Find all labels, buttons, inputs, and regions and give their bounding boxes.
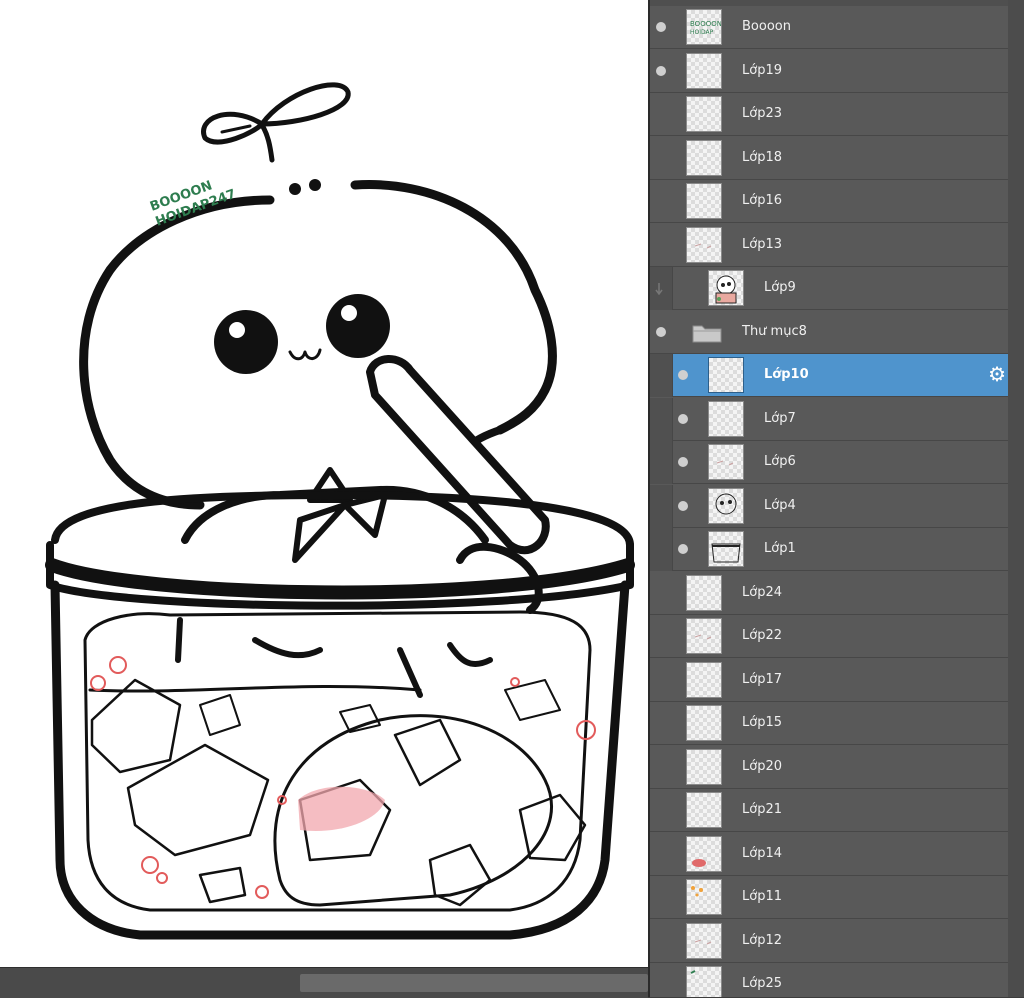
layer-name: Lớp15	[742, 715, 782, 730]
layer-row[interactable]: Lớp9	[650, 267, 1008, 310]
layer-row[interactable]: BOOOON HOIDAP Boooon	[650, 6, 1008, 49]
layer-thumbnail	[686, 139, 722, 176]
layer-row[interactable]: Lớp12	[650, 919, 1008, 963]
layer-row[interactable]: Lớp17	[650, 658, 1008, 702]
layers-scrollbar[interactable]	[1008, 0, 1024, 997]
visibility-toggle-icon[interactable]	[656, 65, 666, 76]
layer-name: Lớp13	[742, 236, 782, 252]
layer-row[interactable]: Lớp16	[650, 180, 1008, 223]
clipping-indicator	[650, 267, 673, 310]
layer-row[interactable]: Lớp1	[650, 528, 1008, 571]
layer-name: Lớp19	[742, 62, 782, 78]
layer-row[interactable]: Lớp7	[650, 397, 1008, 441]
layer-thumbnail	[686, 96, 722, 132]
layer-name: Thư mục8	[742, 323, 807, 339]
layer-thumbnail	[708, 357, 744, 393]
layer-name: Lớp21	[742, 802, 782, 817]
layer-thumbnail	[686, 966, 722, 997]
layer-row[interactable]: Lớp14	[650, 832, 1008, 876]
svg-text:BOOOON: BOOOON	[690, 20, 721, 28]
layer-name: Lớp20	[742, 758, 782, 774]
folder-indent	[650, 484, 673, 528]
visibility-toggle-icon[interactable]	[678, 457, 688, 467]
visibility-toggle-icon[interactable]	[678, 370, 688, 380]
folder-indent	[650, 441, 673, 484]
layer-thumbnail	[686, 835, 722, 872]
visibility-toggle-icon[interactable]	[656, 326, 666, 337]
layers-panel: BOOOON HOIDAP Boooon Lớp19 Lớp23 Lớp18 Lớp16 Lớ…	[648, 0, 1024, 997]
layer-thumbnail	[686, 574, 722, 611]
layer-thumbnail	[708, 487, 744, 524]
layer-name: Lớp4	[764, 497, 796, 513]
svg-text:HOIDAP: HOIDAP	[690, 29, 714, 36]
layer-name: Lớp7	[764, 410, 796, 426]
layer-name: Lớp23	[742, 106, 782, 121]
layer-thumbnail	[686, 661, 722, 698]
layer-thumbnail	[686, 879, 722, 915]
layer-thumbnail	[708, 444, 744, 480]
layer-settings-gear-icon[interactable]: ⚙	[988, 364, 1006, 384]
layer-thumbnail	[686, 183, 722, 219]
scrollbar-thumb[interactable]	[300, 974, 648, 992]
layer-thumbnail	[708, 270, 744, 306]
layer-row[interactable]: Lớp10 ⚙	[650, 354, 1008, 397]
layer-row[interactable]: Lớp21	[650, 789, 1008, 832]
layer-row[interactable]: Lớp4	[650, 484, 1008, 528]
visibility-toggle-icon[interactable]	[678, 544, 688, 554]
layer-name: Lớp22	[742, 628, 782, 643]
layer-name: Lớp1	[764, 541, 796, 556]
layer-row[interactable]: Lớp24	[650, 571, 1008, 615]
layer-row[interactable]: Lớp23	[650, 93, 1008, 136]
layer-row[interactable]: Lớp13	[650, 223, 1008, 267]
layer-thumbnail	[686, 705, 722, 741]
layer-name: Lớp11	[742, 889, 782, 904]
layer-name: Boooon	[742, 19, 791, 34]
layer-thumbnail	[686, 618, 722, 654]
layer-thumbnail	[708, 400, 744, 437]
artwork: BOOOON HOIDAP247	[45, 82, 635, 940]
folder-icon	[692, 323, 722, 343]
layer-name: Lớp25	[742, 976, 782, 991]
layer-row[interactable]: Thư mục8	[650, 310, 1008, 354]
layer-thumbnail: BOOOON HOIDAP	[686, 9, 722, 45]
layer-row[interactable]: Lớp15	[650, 702, 1008, 745]
layer-name: Lớp18	[742, 149, 782, 165]
layer-row[interactable]: Lớp11	[650, 876, 1008, 919]
layer-name: Lớp9	[764, 280, 796, 295]
canvas-horizontal-scrollbar[interactable]	[0, 967, 648, 998]
layer-thumbnail	[686, 792, 722, 828]
layer-row[interactable]: Lớp19	[650, 49, 1008, 93]
layer-name: Lớp12	[742, 932, 782, 948]
layer-row[interactable]: Lớp25	[650, 963, 1008, 997]
layer-name: Lớp10	[764, 367, 809, 382]
layer-thumbnail	[686, 52, 722, 89]
layer-row[interactable]: Lớp20	[650, 745, 1008, 789]
layer-thumbnail	[686, 922, 722, 959]
layer-row[interactable]: Lớp18	[650, 136, 1008, 180]
folder-indent	[650, 528, 673, 571]
folder-indent	[650, 354, 673, 397]
folder-indent	[650, 397, 673, 441]
layer-name: Lớp16	[742, 193, 782, 208]
visibility-toggle-icon[interactable]	[678, 500, 688, 511]
visibility-toggle-icon[interactable]	[656, 22, 666, 32]
layer-row[interactable]: Lớp6	[650, 441, 1008, 484]
layer-name: Lớp17	[742, 671, 782, 687]
drawing-canvas[interactable]: BOOOON HOIDAP247	[0, 0, 648, 967]
clip-arrow-icon	[655, 283, 663, 295]
layer-row[interactable]: Lớp22	[650, 615, 1008, 658]
layer-thumbnail	[708, 531, 744, 567]
layer-thumbnail	[686, 748, 722, 785]
layer-name: Lớp14	[742, 845, 782, 861]
layer-name: Lớp24	[742, 584, 782, 600]
layer-name: Lớp6	[764, 454, 796, 469]
visibility-toggle-icon[interactable]	[678, 413, 688, 424]
layer-thumbnail	[686, 226, 722, 263]
